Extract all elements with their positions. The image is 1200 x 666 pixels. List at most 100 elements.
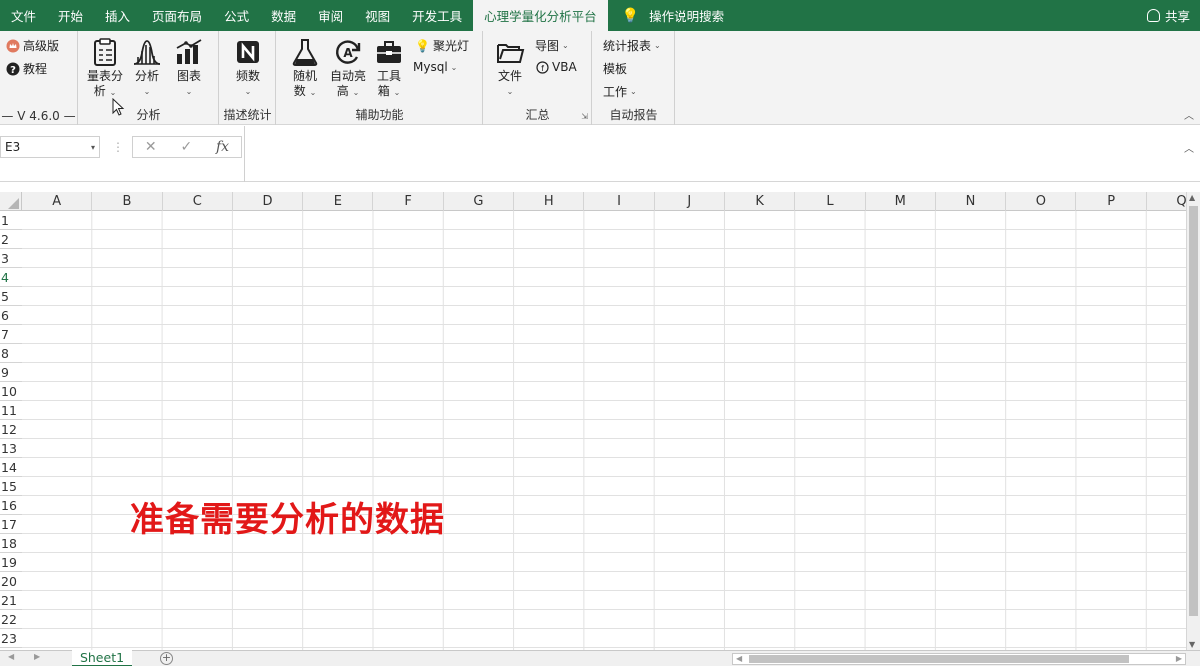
mindmap-button[interactable]: 导图 ⌄: [535, 37, 569, 54]
random-number-button[interactable]: 随机 数 ⌄: [287, 37, 323, 100]
scroll-down-icon[interactable]: ▼: [1189, 640, 1195, 649]
row-header-23[interactable]: 23: [0, 629, 22, 648]
row-header-21[interactable]: 21: [0, 591, 22, 610]
collapse-ribbon-icon[interactable]: ︿: [1184, 107, 1194, 122]
tutorial-button[interactable]: ? 教程: [6, 60, 47, 77]
tab-home[interactable]: 开始: [47, 0, 94, 31]
row-header-10[interactable]: 10: [0, 382, 22, 401]
row-header-13[interactable]: 13: [0, 439, 22, 458]
add-sheet-icon[interactable]: +: [160, 652, 173, 665]
group-label-auto-report: 自动报告: [609, 108, 658, 122]
vertical-scroll-thumb[interactable]: [1189, 206, 1198, 616]
scale-analysis-button[interactable]: 量表分 析 ⌄: [85, 37, 125, 100]
tell-me-search[interactable]: 💡 操作说明搜索: [608, 0, 735, 31]
vba-button[interactable]: f VBA: [536, 60, 577, 74]
random-label-2: 数 ⌄: [293, 84, 317, 98]
frequency-button[interactable]: 频数 ⌄: [230, 37, 266, 99]
expand-formula-bar-icon[interactable]: ︿: [1184, 140, 1194, 155]
scroll-right-icon[interactable]: ▶: [1176, 654, 1182, 663]
row-header-4[interactable]: 4: [0, 268, 22, 287]
tab-insert[interactable]: 插入: [94, 0, 141, 31]
column-header-n[interactable]: N: [936, 192, 1007, 211]
tab-view[interactable]: 视图: [354, 0, 401, 31]
column-header-m[interactable]: M: [866, 192, 936, 211]
row-header-17[interactable]: 17: [0, 515, 22, 534]
column-header-o[interactable]: O: [1006, 192, 1077, 211]
name-box[interactable]: E3 ▾: [0, 136, 100, 158]
cell-area[interactable]: [22, 211, 1186, 650]
tab-developer[interactable]: 开发工具: [401, 0, 473, 31]
stats-report-button[interactable]: 统计报表 ⌄: [603, 37, 661, 54]
vertical-scrollbar[interactable]: ▲ ▼: [1186, 192, 1200, 650]
column-header-e[interactable]: E: [303, 192, 374, 211]
tab-review[interactable]: 审阅: [307, 0, 354, 31]
column-header-g[interactable]: G: [444, 192, 515, 211]
column-header-d[interactable]: D: [233, 192, 304, 211]
column-header-q[interactable]: Q: [1147, 192, 1186, 211]
column-header-j[interactable]: J: [655, 192, 725, 211]
column-header-f[interactable]: F: [374, 192, 444, 211]
horizontal-scroll-thumb[interactable]: [749, 655, 1129, 663]
folder-icon: [497, 44, 525, 63]
dialog-launcher-icon[interactable]: ⇲: [581, 112, 588, 121]
row-header-14[interactable]: 14: [0, 458, 22, 477]
tab-formulas[interactable]: 公式: [213, 0, 260, 31]
column-header-k[interactable]: K: [725, 192, 796, 211]
formula-input[interactable]: [244, 126, 1200, 182]
mysql-button[interactable]: Mysql ⌄: [413, 60, 457, 74]
group-label-summary: 汇总: [525, 108, 550, 122]
row-header-3[interactable]: 3: [0, 249, 22, 268]
row-header-15[interactable]: 15: [0, 477, 22, 496]
toolbox-label: 工具: [376, 69, 401, 83]
row-header-20[interactable]: 20: [0, 572, 22, 591]
row-header-2[interactable]: 2: [0, 230, 22, 249]
row-header-11[interactable]: 11: [0, 401, 22, 420]
tab-file[interactable]: 文件: [0, 0, 47, 31]
chevron-down-icon: ⌄: [654, 41, 661, 50]
column-header-a[interactable]: A: [22, 192, 93, 211]
row-header-12[interactable]: 12: [0, 420, 22, 439]
column-header-h[interactable]: H: [514, 192, 585, 211]
prev-sheet-icon[interactable]: ◀: [8, 652, 14, 661]
enter-icon[interactable]: ✓: [180, 139, 192, 155]
sheet-tab-sheet1[interactable]: Sheet1: [72, 650, 132, 666]
select-all-button[interactable]: [0, 192, 22, 211]
auto-highlight-button[interactable]: A 自动亮 高 ⌄: [327, 37, 369, 100]
vba-icon: f: [536, 60, 549, 74]
toolbox-button[interactable]: 工具 箱 ⌄: [371, 37, 407, 100]
tab-page-layout[interactable]: 页面布局: [141, 0, 213, 31]
column-header-l[interactable]: L: [795, 192, 866, 211]
chart-button[interactable]: 图表 ⌄: [171, 37, 207, 99]
row-header-1[interactable]: 1: [0, 211, 22, 230]
analysis-button[interactable]: 分析 ⌄: [129, 37, 165, 99]
row-header-9[interactable]: 9: [0, 363, 22, 382]
row-header-22[interactable]: 22: [0, 610, 22, 629]
file-summary-button[interactable]: 文件 ⌄: [492, 37, 528, 99]
horizontal-scrollbar[interactable]: ◀ ▶: [732, 653, 1186, 665]
template-button[interactable]: 模板: [603, 60, 627, 77]
work-button[interactable]: 工作 ⌄: [603, 83, 637, 100]
next-sheet-icon[interactable]: ▶: [34, 652, 40, 661]
row-header-6[interactable]: 6: [0, 306, 22, 325]
row-header-8[interactable]: 8: [0, 344, 22, 363]
share-button[interactable]: 共享: [1146, 0, 1190, 31]
tab-psychology-platform[interactable]: 心理学量化分析平台: [473, 0, 608, 31]
row-header-7[interactable]: 7: [0, 325, 22, 344]
row-header-16[interactable]: 16: [0, 496, 22, 515]
column-header-c[interactable]: C: [163, 192, 233, 211]
row-header-5[interactable]: 5: [0, 287, 22, 306]
column-header-p[interactable]: P: [1077, 192, 1147, 211]
distribution-icon: [133, 40, 161, 65]
tab-data[interactable]: 数据: [260, 0, 307, 31]
column-header-i[interactable]: I: [584, 192, 655, 211]
column-header-b[interactable]: B: [92, 192, 163, 211]
row-header-18[interactable]: 18: [0, 534, 22, 553]
row-header-19[interactable]: 19: [0, 553, 22, 572]
spotlight-button[interactable]: 💡 聚光灯: [415, 37, 469, 54]
scroll-left-icon[interactable]: ◀: [736, 654, 742, 663]
advanced-button[interactable]: 高级版: [6, 37, 59, 54]
scroll-up-icon[interactable]: ▲: [1189, 193, 1195, 202]
insert-function-icon[interactable]: fx: [216, 139, 229, 155]
chevron-down-icon[interactable]: ▾: [91, 143, 95, 152]
cancel-icon[interactable]: ✕: [145, 139, 157, 155]
